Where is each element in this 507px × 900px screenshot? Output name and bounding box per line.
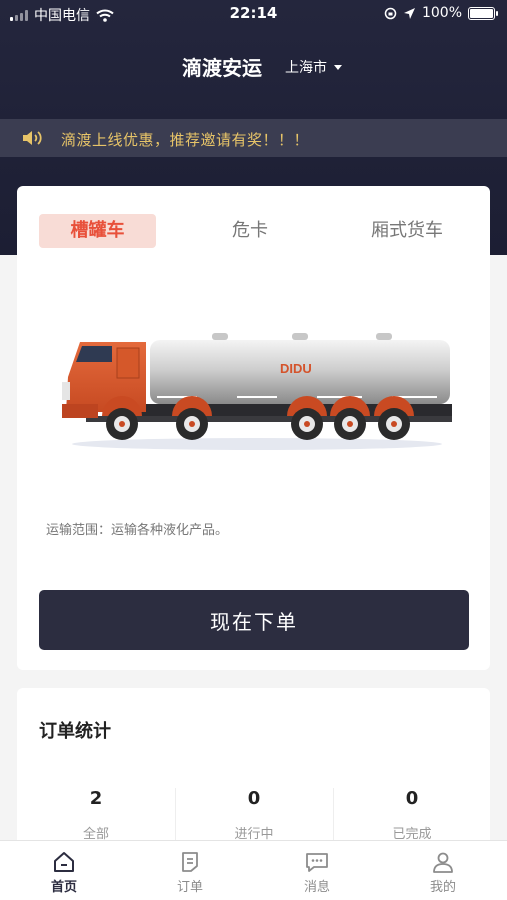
- tab-box-truck[interactable]: 厢式货车: [352, 214, 462, 248]
- vehicle-tabs: 槽罐车 危卡 厢式货车: [17, 214, 490, 248]
- tabbar-messages[interactable]: 消息: [254, 841, 380, 900]
- tabbar-label: 消息: [303, 880, 330, 895]
- location-arrow-icon: [403, 7, 415, 19]
- home-icon: [54, 852, 74, 872]
- speaker-icon: [23, 131, 42, 145]
- tab-tanker[interactable]: 槽罐车: [39, 214, 156, 248]
- tabbar-orders[interactable]: 订单: [127, 841, 253, 900]
- tabbar-label: 我的: [429, 880, 456, 895]
- app-title: 滴渡安运: [182, 56, 262, 80]
- battery-percent: 100%: [421, 5, 462, 21]
- stat-value: 0: [247, 788, 261, 809]
- notice-bar[interactable]: 滴渡上线优惠，推荐邀请有奖！！！: [0, 119, 507, 157]
- stat-value: 0: [405, 788, 419, 809]
- order-icon: [182, 852, 198, 872]
- stat-all[interactable]: 2 全部: [17, 788, 175, 842]
- status-right: 100%: [384, 5, 498, 21]
- city-label: 上海市: [285, 60, 327, 76]
- title-row: 滴渡安运 上海市: [0, 50, 507, 82]
- tabbar-home[interactable]: 首页: [1, 841, 127, 900]
- tabbar-profile[interactable]: 我的: [380, 841, 506, 900]
- status-bar: 中国电信 22:14 100%: [0, 0, 507, 28]
- battery-icon: [468, 6, 498, 20]
- stat-completed[interactable]: 0 已完成: [333, 788, 491, 842]
- vehicle-card: 槽罐车 危卡 厢式货车 DIDU 运输范围：运输各种液化产品。 现在下单: [17, 186, 490, 670]
- message-icon: [306, 853, 328, 872]
- order-stats-title: 订单统计: [39, 721, 111, 742]
- rotation-lock-icon: [384, 7, 397, 19]
- tabbar-label: 首页: [50, 880, 77, 895]
- tab-hazard-truck[interactable]: 危卡: [217, 214, 283, 248]
- profile-icon: [433, 852, 453, 873]
- bottom-tab-bar: 首页 订单 消息 我的: [0, 840, 507, 900]
- truck-brand-text: DIDU: [280, 361, 312, 376]
- order-stats-card: 订单统计 2 全部 0 进行中 0 已完成: [17, 688, 490, 848]
- chevron-down-icon: [334, 64, 342, 70]
- stat-in-progress[interactable]: 0 进行中: [175, 788, 333, 842]
- tabbar-label: 订单: [176, 880, 203, 895]
- tanker-truck-illustration: DIDU: [62, 333, 452, 450]
- order-now-button[interactable]: 现在下单: [39, 590, 469, 650]
- transport-scope: 运输范围：运输各种液化产品。: [46, 523, 229, 538]
- stat-value: 2: [89, 788, 103, 809]
- city-selector[interactable]: 上海市: [285, 57, 342, 77]
- notice-text: 滴渡上线优惠，推荐邀请有奖！！！: [61, 131, 310, 149]
